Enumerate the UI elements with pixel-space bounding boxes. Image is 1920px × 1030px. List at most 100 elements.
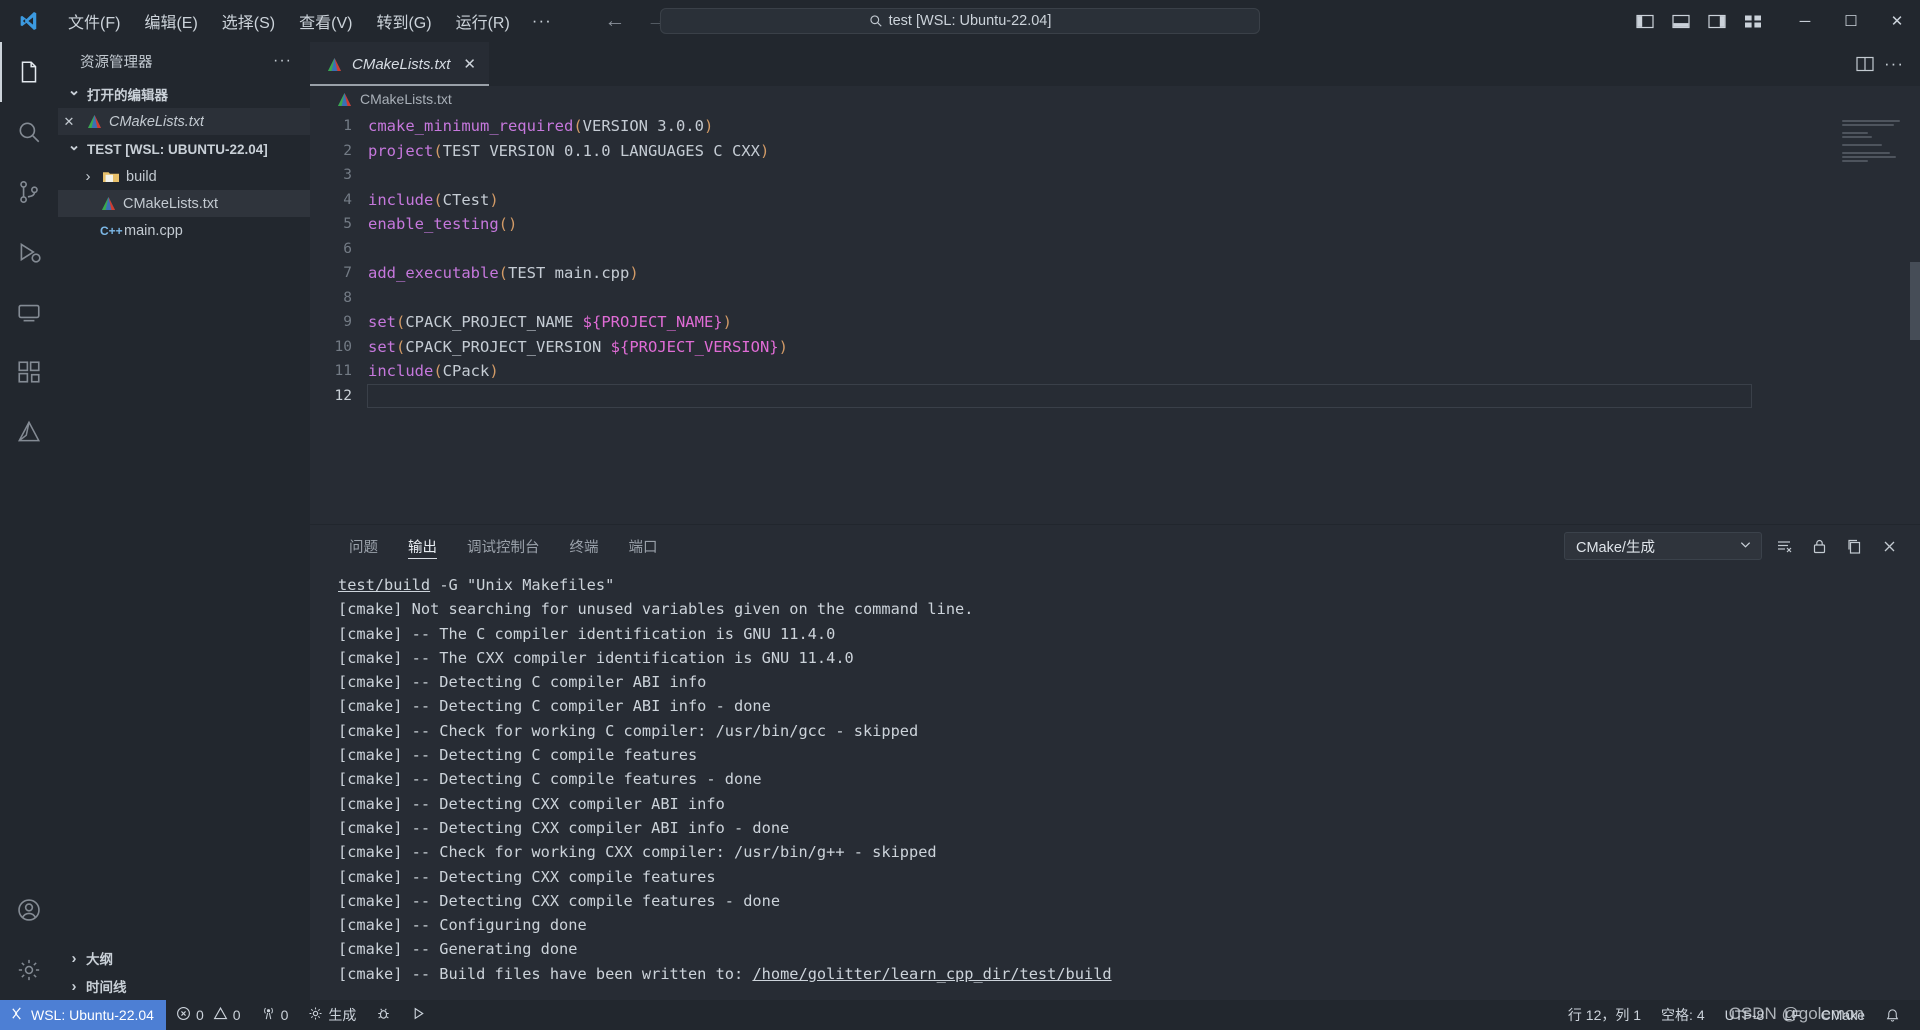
close-icon[interactable]: ✕ bbox=[58, 114, 80, 130]
window-maximize-button[interactable]: ☐ bbox=[1828, 0, 1874, 42]
output-line: [cmake] -- Detecting CXX compile feature… bbox=[338, 865, 1920, 889]
output-link[interactable]: test/build bbox=[338, 576, 430, 594]
panel-tab-ports[interactable]: 端口 bbox=[614, 525, 673, 567]
activity-extensions[interactable] bbox=[0, 342, 58, 402]
code-line[interactable]: 12 bbox=[310, 383, 1920, 408]
menu-more-icon[interactable]: ··· bbox=[522, 7, 562, 35]
panel-tab-problems[interactable]: 问题 bbox=[334, 525, 393, 567]
code-line[interactable]: 8 bbox=[310, 286, 1920, 311]
menu-selection[interactable]: 选择(S) bbox=[210, 4, 287, 38]
code-line[interactable]: 11 include(CPack) bbox=[310, 359, 1920, 384]
section-outline[interactable]: 大纲 bbox=[58, 944, 310, 972]
open-in-editor-icon[interactable] bbox=[1841, 533, 1867, 559]
section-timeline[interactable]: 时间线 bbox=[58, 972, 310, 1000]
status-notifications-icon[interactable] bbox=[1875, 1000, 1910, 1030]
minimap[interactable] bbox=[1842, 120, 1904, 166]
code-line[interactable]: 2 project(TEST VERSION 0.1.0 LANGUAGES C … bbox=[310, 139, 1920, 164]
code-editor[interactable]: 1 cmake_minimum_required(VERSION 3.0.0) 2 p… bbox=[310, 112, 1920, 524]
output-line: [cmake] -- Generating done bbox=[338, 937, 1920, 961]
split-editor-icon[interactable] bbox=[1856, 55, 1874, 73]
output-content[interactable]: test/build -G "Unix Makefiles" [cmake] No… bbox=[310, 567, 1920, 1000]
panel-tab-debug-console[interactable]: 调试控制台 bbox=[452, 525, 555, 567]
window-minimize-button[interactable]: ─ bbox=[1782, 0, 1828, 42]
command-center-search[interactable]: test [WSL: Ubuntu-22.04] bbox=[660, 8, 1260, 34]
line-number: 1 bbox=[343, 118, 352, 134]
cmake-file-icon bbox=[86, 114, 103, 129]
status-indentation[interactable]: 空格: 4 bbox=[1651, 1000, 1715, 1030]
output-link[interactable]: /home/golitter/learn_cpp_dir/test/build bbox=[752, 965, 1111, 983]
activity-remote-explorer[interactable] bbox=[0, 282, 58, 342]
activity-search[interactable] bbox=[0, 102, 58, 162]
status-ports[interactable]: 0 bbox=[251, 1000, 299, 1030]
window-close-button[interactable]: ✕ bbox=[1874, 0, 1920, 42]
activity-source-control[interactable] bbox=[0, 162, 58, 222]
section-open-editors[interactable]: 打开的编辑器 bbox=[58, 80, 310, 108]
activity-cmake[interactable] bbox=[0, 402, 58, 462]
sidebar-more-actions-icon[interactable]: ··· bbox=[273, 52, 292, 70]
menu-run[interactable]: 运行(R) bbox=[444, 4, 522, 38]
chevron-right-icon bbox=[66, 978, 82, 995]
token-paren: ) bbox=[629, 264, 639, 282]
toggle-panel-icon[interactable] bbox=[1666, 6, 1696, 36]
toggle-secondary-sidebar-icon[interactable] bbox=[1702, 6, 1732, 36]
play-icon bbox=[411, 1006, 426, 1024]
token-arg: CPACK_PROJECT_NAME bbox=[405, 313, 583, 331]
token-fn: project bbox=[368, 141, 434, 160]
output-channel-select[interactable]: CMake/生成 bbox=[1564, 532, 1762, 560]
token-paren: ) bbox=[489, 362, 499, 380]
breadcrumb[interactable]: CMakeLists.txt bbox=[310, 86, 1920, 112]
status-encoding[interactable]: UTF-8 bbox=[1715, 1000, 1775, 1030]
token-arg: VERSION 3.0.0 bbox=[582, 117, 704, 135]
code-line[interactable]: 7 add_executable(TEST main.cpp) bbox=[310, 261, 1920, 286]
code-line[interactable]: 3 bbox=[310, 163, 1920, 188]
code-line[interactable]: 6 bbox=[310, 237, 1920, 262]
activity-manage-settings[interactable] bbox=[0, 940, 58, 1000]
menu-go[interactable]: 转到(G) bbox=[364, 4, 443, 38]
status-cmake-build[interactable]: 生成 bbox=[298, 1000, 366, 1030]
output-line: [cmake] -- Configuring done bbox=[338, 913, 1920, 937]
toggle-primary-sidebar-icon[interactable] bbox=[1630, 6, 1660, 36]
status-problems[interactable]: 0 0 bbox=[166, 1000, 251, 1030]
close-panel-icon[interactable] bbox=[1876, 533, 1902, 559]
code-line[interactable]: 5 enable_testing() bbox=[310, 212, 1920, 237]
code-line[interactable]: 4 include(CTest) bbox=[310, 188, 1920, 213]
menu-edit[interactable]: 编辑(E) bbox=[132, 4, 209, 38]
tree-item-build[interactable]: build bbox=[58, 163, 310, 190]
lock-scroll-icon[interactable] bbox=[1806, 533, 1832, 559]
menu-file[interactable]: 文件(F) bbox=[56, 4, 132, 38]
status-language-mode[interactable]: CMake bbox=[1811, 1000, 1875, 1030]
editor-scrollbar[interactable] bbox=[1910, 262, 1920, 340]
panel-tab-output[interactable]: 输出 bbox=[393, 525, 452, 567]
editor-more-actions-icon[interactable]: ··· bbox=[1884, 54, 1904, 74]
customize-layout-icon[interactable] bbox=[1738, 6, 1768, 36]
cmake-file-icon bbox=[100, 196, 117, 211]
tab-close-icon[interactable]: ✕ bbox=[463, 55, 476, 73]
code-line[interactable]: 9 set(CPACK_PROJECT_NAME ${PROJECT_NAME}) bbox=[310, 310, 1920, 335]
code-lines[interactable]: 1 cmake_minimum_required(VERSION 3.0.0) 2 p… bbox=[310, 112, 1920, 408]
activity-run-and-debug[interactable] bbox=[0, 222, 58, 282]
output-text: [cmake] -- Detecting C compiler ABI info bbox=[338, 673, 707, 692]
section-workspace[interactable]: TEST [WSL: UBUNTU-22.04] bbox=[58, 135, 310, 163]
status-bar: WSL: Ubuntu-22.04 0 0 0 生成 行 12，列 1 空格: … bbox=[0, 1000, 1920, 1030]
status-run-target[interactable] bbox=[401, 1000, 436, 1030]
panel-tab-terminal[interactable]: 终端 bbox=[555, 525, 614, 567]
status-cursor-position[interactable]: 行 12，列 1 bbox=[1558, 1000, 1651, 1030]
output-line: [cmake] -- Detecting C compile features bbox=[338, 743, 1920, 767]
status-remote-indicator[interactable]: WSL: Ubuntu-22.04 bbox=[0, 1000, 166, 1030]
status-debug-target[interactable] bbox=[366, 1000, 401, 1030]
activity-explorer[interactable] bbox=[0, 42, 58, 102]
arrow-left-icon[interactable]: ← bbox=[604, 9, 626, 33]
open-editor-item-cmakelists[interactable]: ✕ CMakeLists.txt bbox=[58, 108, 310, 135]
tree-item-maincpp[interactable]: C++ main.cpp bbox=[58, 217, 310, 244]
token-var: ${PROJECT_NAME} bbox=[582, 313, 723, 331]
code-line[interactable]: 1 cmake_minimum_required(VERSION 3.0.0) bbox=[310, 114, 1920, 139]
status-eol[interactable]: LF bbox=[1774, 1000, 1810, 1030]
tree-item-cmakelists[interactable]: CMakeLists.txt bbox=[58, 190, 310, 217]
menu-view[interactable]: 查看(V) bbox=[287, 4, 364, 38]
token-paren: ) bbox=[722, 313, 732, 331]
activity-accounts[interactable] bbox=[0, 880, 58, 940]
clear-output-icon[interactable] bbox=[1771, 533, 1797, 559]
tab-cmakelists[interactable]: CMakeLists.txt ✕ bbox=[310, 42, 489, 86]
code-line[interactable]: 10 set(CPACK_PROJECT_VERSION ${PROJECT_VE… bbox=[310, 335, 1920, 360]
chevron-right-icon[interactable] bbox=[80, 168, 96, 185]
